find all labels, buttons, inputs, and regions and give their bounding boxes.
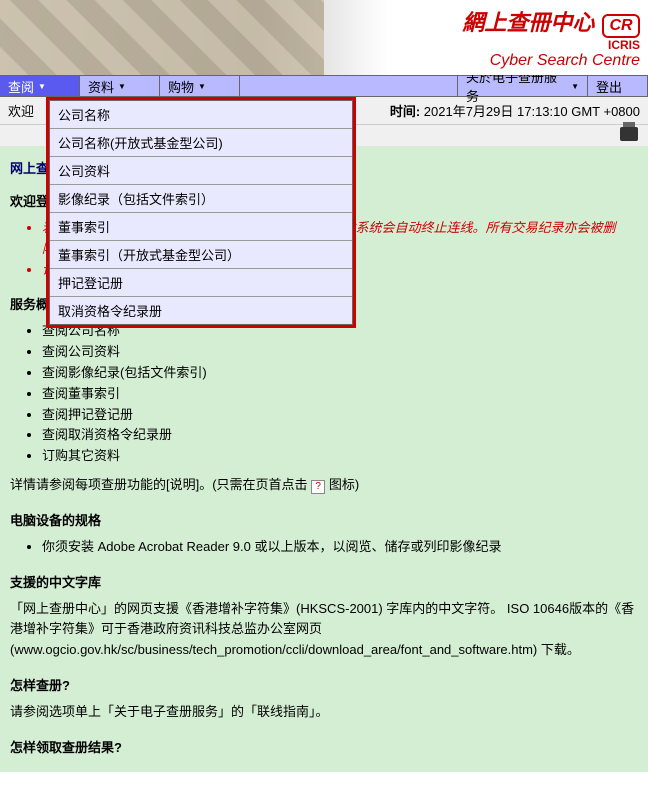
dropdown-item-company-info[interactable]: 公司资料: [50, 157, 352, 185]
menu-search[interactable]: 查阅 ▼: [0, 76, 80, 96]
menu-data-label: 资料: [88, 77, 114, 96]
spec-item: 你须安装 Adobe Acrobat Reader 9.0 或以上版本，以阅览、…: [42, 537, 638, 558]
time-label: 时间:: [390, 104, 420, 119]
note-pre: 详情请参阅每项查册功能的[说明]。(只需在页首点击: [10, 477, 308, 492]
menu-logout-label: 登出: [596, 77, 622, 96]
chevron-down-icon: ▼: [571, 82, 579, 91]
header-banner: 網上查冊中心 CR ICRIS Cyber Search Centre: [0, 0, 648, 75]
spec-list: 你须安装 Adobe Acrobat Reader 9.0 或以上版本，以阅览、…: [42, 537, 638, 558]
note-post: 图标): [329, 477, 359, 492]
time-display: 时间: 2021年7月29日 17:13:10 GMT +0800: [390, 101, 640, 120]
menu-search-label: 查阅: [8, 77, 34, 96]
how-text: 请参阅选项单上「关于电子查册服务」的「联线指南」。: [10, 702, 638, 723]
dropdown-item-director-index-ofc[interactable]: 董事索引（开放式基金型公司）: [50, 241, 352, 269]
site-title: 網上查冊中心: [462, 10, 594, 35]
print-icon[interactable]: [620, 127, 638, 141]
time-value: 2021年7月29日 17:13:10 GMT +0800: [424, 104, 640, 119]
dropdown-item-company-name[interactable]: 公司名称: [50, 101, 352, 129]
menu-shopping[interactable]: 购物 ▼: [160, 76, 240, 96]
menu-data[interactable]: 资料 ▼: [80, 76, 160, 96]
search-dropdown: 公司名称 公司名称(开放式基金型公司) 公司资料 影像纪录（包括文件索引） 董事…: [46, 97, 356, 328]
dropdown-item-director-index[interactable]: 董事索引: [50, 213, 352, 241]
services-list: 查阅公司名称 查阅公司资料 查阅影像纪录(包括文件索引) 查阅董事索引 查阅押记…: [42, 321, 638, 467]
service-item: 查阅取消资格令纪录册: [42, 425, 638, 446]
service-item: 查阅影像纪录(包括文件索引): [42, 363, 638, 384]
site-subtitle-2: Cyber Search Centre: [462, 52, 640, 70]
site-subtitle-1: ICRIS: [462, 38, 640, 52]
chevron-down-icon: ▼: [38, 82, 46, 91]
dropdown-item-charges-register[interactable]: 押记登记册: [50, 269, 352, 297]
dropdown-item-image-record[interactable]: 影像纪录（包括文件索引）: [50, 185, 352, 213]
last-heading: 怎样领取查册结果?: [10, 737, 638, 756]
service-item: 订购其它资料: [42, 446, 638, 467]
banner-image: [0, 0, 324, 75]
spec-heading: 电脑设备的规格: [10, 510, 638, 529]
font-heading: 支援的中文字库: [10, 572, 638, 591]
menu-spacer: [240, 76, 458, 96]
service-item: 查阅押记登记册: [42, 405, 638, 426]
font-text: 「网上查册中心」的网页支援《香港增补字符集》(HKSCS-2001) 字库内的中…: [10, 599, 638, 661]
service-item: 查阅董事索引: [42, 384, 638, 405]
help-icon: ?: [311, 480, 325, 494]
welcome-text: 欢迎: [8, 101, 34, 120]
chevron-down-icon: ▼: [118, 82, 126, 91]
how-heading: 怎样查册?: [10, 675, 638, 694]
menu-about[interactable]: 关於电子查册服务 ▼: [458, 76, 588, 96]
main-menu: 查阅 ▼ 资料 ▼ 购物 ▼ 关於电子查册服务 ▼ 登出: [0, 75, 648, 97]
cr-logo: CR: [602, 14, 640, 38]
menu-shopping-label: 购物: [168, 77, 194, 96]
service-item: 查阅公司资料: [42, 342, 638, 363]
services-note: 详情请参阅每项查册功能的[说明]。(只需在页首点击 ? 图标): [10, 475, 638, 496]
dropdown-item-disqualification[interactable]: 取消资格令纪录册: [50, 297, 352, 324]
chevron-down-icon: ▼: [198, 82, 206, 91]
dropdown-item-company-name-ofc[interactable]: 公司名称(开放式基金型公司): [50, 129, 352, 157]
menu-logout[interactable]: 登出: [588, 76, 648, 96]
banner-titles: 網上查冊中心 CR ICRIS Cyber Search Centre: [462, 5, 640, 71]
